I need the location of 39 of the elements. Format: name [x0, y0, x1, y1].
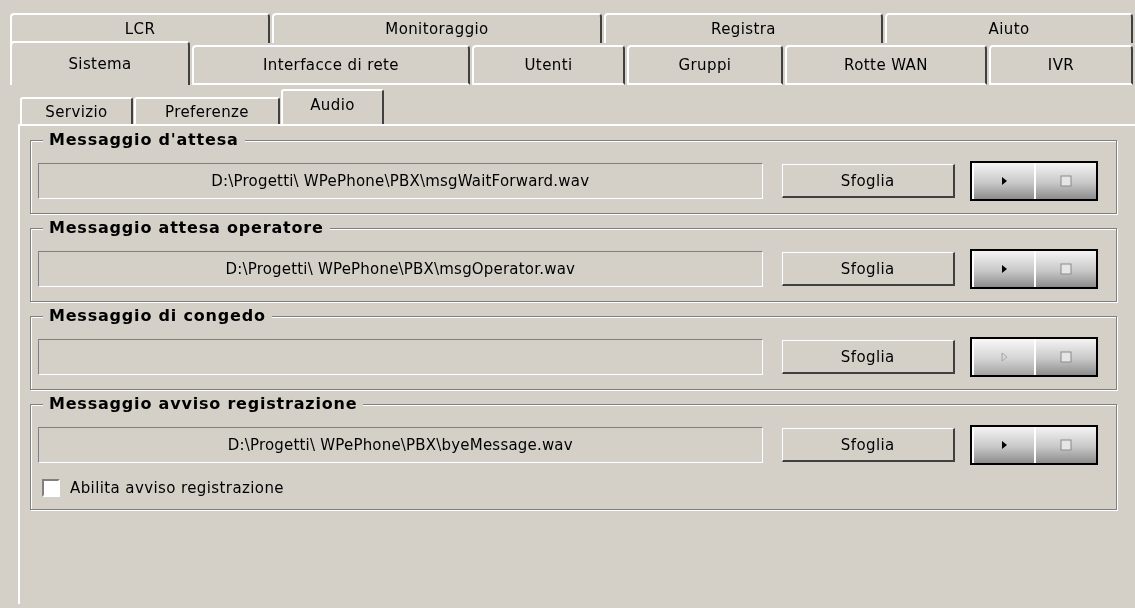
tab[interactable]: Preferenze — [134, 97, 280, 124]
stop-button[interactable] — [1034, 427, 1096, 463]
checkbox[interactable] — [42, 479, 60, 497]
play-button[interactable] — [972, 339, 1034, 375]
file-path-field[interactable]: D:\Progetti\ WPePhone\PBX\msgWaitForward.wav — [38, 163, 763, 199]
browse-button[interactable]: Sfoglia — [781, 340, 955, 374]
tab[interactable]: Aiuto — [885, 13, 1133, 43]
group-title: Messaggio di congedo — [43, 306, 272, 325]
checkbox-label: Abilita avviso registrazione — [70, 479, 284, 497]
tab[interactable]: Utenti — [472, 45, 625, 85]
file-path-field[interactable]: D:\Progetti\ WPePhone\PBX\byeMessage.wav — [38, 427, 763, 463]
browse-button[interactable]: Sfoglia — [781, 252, 955, 286]
tab[interactable]: IVR — [989, 45, 1133, 85]
file-path-field[interactable] — [38, 339, 763, 375]
group-title: Messaggio avviso registrazione — [43, 394, 364, 413]
stop-icon — [1060, 175, 1072, 187]
group-title: Messaggio d'attesa — [43, 130, 245, 149]
stop-button[interactable] — [1034, 251, 1096, 287]
tab[interactable]: Registra — [604, 13, 883, 43]
play-button[interactable] — [972, 251, 1034, 287]
tab[interactable]: Servizio — [20, 97, 133, 124]
play-button[interactable] — [972, 427, 1034, 463]
stop-icon — [1060, 351, 1072, 363]
tab[interactable]: Monitoraggio — [272, 13, 602, 43]
tab[interactable]: Sistema — [10, 41, 190, 85]
stop-button[interactable] — [1034, 339, 1096, 375]
browse-button[interactable]: Sfoglia — [781, 164, 955, 198]
tab[interactable]: Audio — [281, 89, 384, 124]
play-button[interactable] — [972, 163, 1034, 199]
stop-button[interactable] — [1034, 163, 1096, 199]
tab[interactable]: Interfacce di rete — [192, 45, 470, 85]
tab[interactable]: LCR — [10, 13, 270, 43]
tab[interactable]: Rotte WAN — [785, 45, 987, 85]
browse-button[interactable]: Sfoglia — [781, 428, 955, 462]
stop-icon — [1060, 439, 1072, 451]
tab[interactable]: Gruppi — [627, 45, 783, 85]
stop-icon — [1060, 263, 1072, 275]
file-path-field[interactable]: D:\Progetti\ WPePhone\PBX\msgOperator.wav — [38, 251, 763, 287]
group-title: Messaggio attesa operatore — [43, 218, 330, 237]
